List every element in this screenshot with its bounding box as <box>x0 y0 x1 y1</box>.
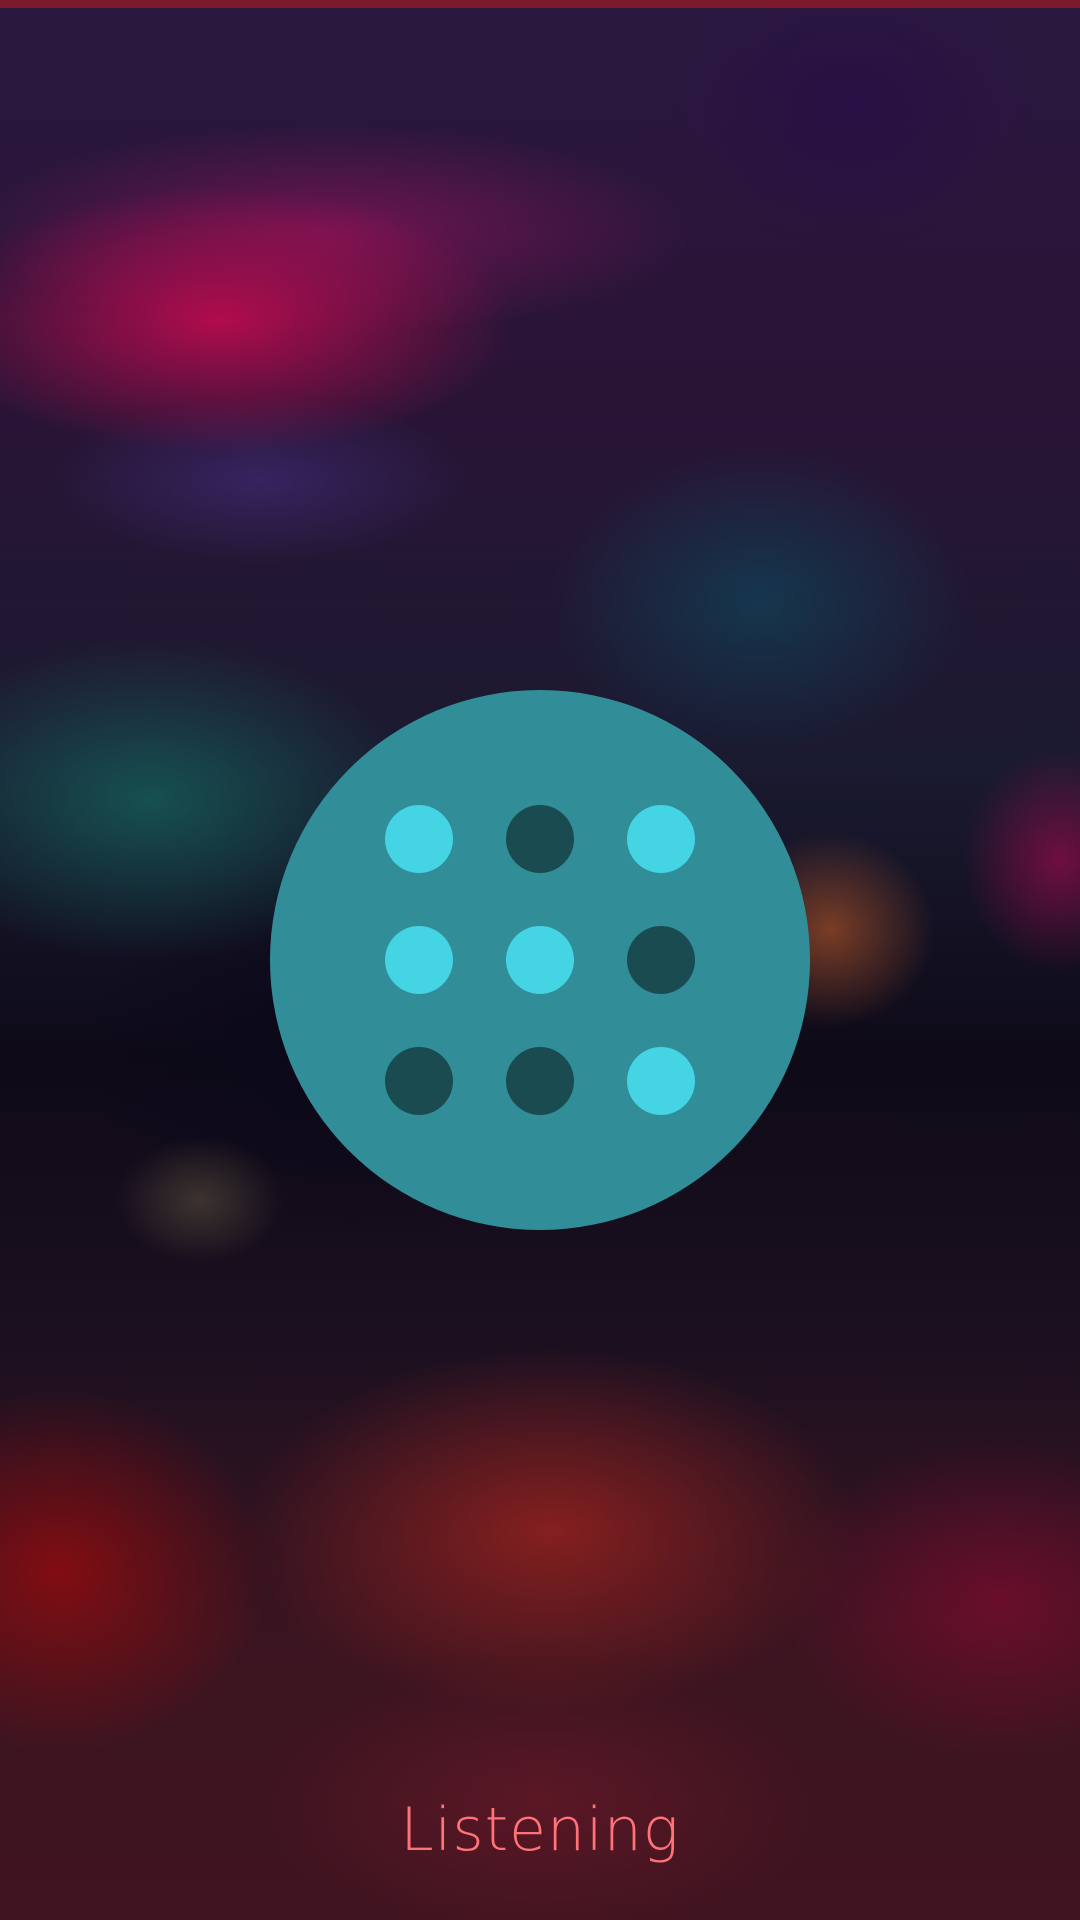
active-dot <box>627 1047 695 1115</box>
voice-activity-dot-grid-icon <box>270 690 810 1230</box>
voice-assistant-screen: Listening <box>0 0 1080 1920</box>
inactive-dot <box>506 1047 574 1115</box>
inactive-dot <box>627 926 695 994</box>
active-dot <box>506 926 574 994</box>
status-label: Listening <box>400 1795 680 1865</box>
inactive-dot <box>385 1047 453 1115</box>
active-dot <box>385 805 453 873</box>
active-dot <box>385 926 453 994</box>
inactive-dot <box>506 805 574 873</box>
active-dot <box>627 805 695 873</box>
voice-assistant-button[interactable] <box>270 690 810 1230</box>
top-accent-bar <box>0 0 1080 8</box>
